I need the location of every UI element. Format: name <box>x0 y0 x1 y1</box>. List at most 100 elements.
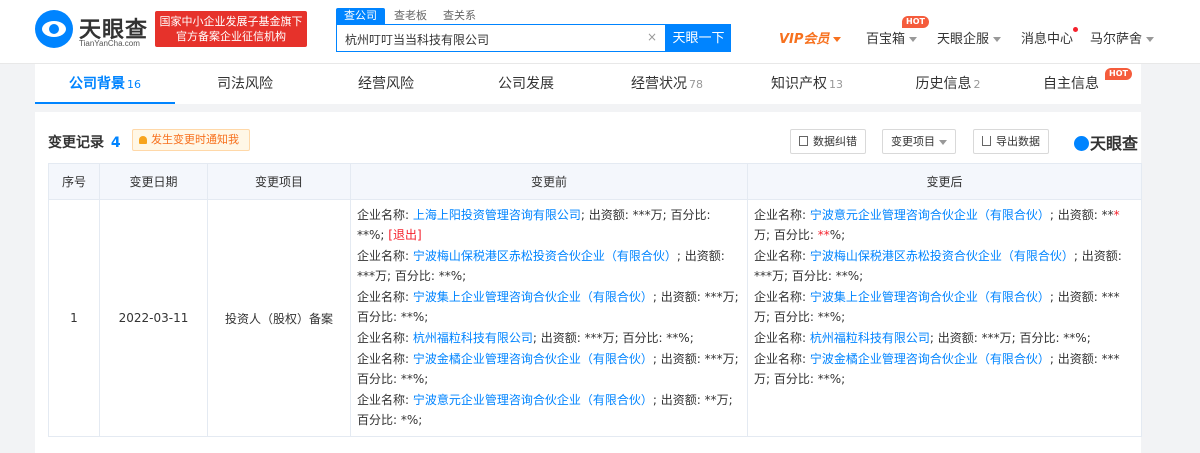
tab-count: 16 <box>127 78 141 91</box>
company-link[interactable]: 宁波梅山保税港区赤松投资合伙企业（有限合伙） <box>810 249 1074 263</box>
tab-judicial-risk[interactable]: 司法风险 <box>175 64 315 104</box>
caret-down-icon <box>1146 37 1155 42</box>
col-header-after: 变更后 <box>747 163 1142 200</box>
notify-label: 发生变更时通知我 <box>151 133 239 146</box>
company-link[interactable]: 上海上阳投资管理咨询有限公司 <box>413 208 581 222</box>
row-before: 企业名称: 上海上阳投资管理咨询有限公司 ; 出资额: ***万; 百分比: **… <box>350 199 748 437</box>
logo-subtitle: TianYanCha.com <box>79 39 140 48</box>
company-link[interactable]: 宁波梅山保税港区赤松投资合伙企业（有限合伙） <box>413 249 677 263</box>
nav-messages[interactable]: 消息中心 <box>1021 28 1073 47</box>
notify-on-change-button[interactable]: 发生变更时通知我 <box>132 129 250 151</box>
logo-eye-icon <box>35 10 73 48</box>
site-logo[interactable]: 天眼查 TianYanCha.com <box>35 10 150 50</box>
entry-detail: ; 出资额: ** <box>1049 208 1114 222</box>
unread-dot <box>1073 27 1078 32</box>
before-entry: 企业名称: 杭州福粒科技有限公司; 出资额: ***万; 百分比: **%; <box>357 328 741 348</box>
nav-user-menu[interactable]: 马尔萨舍 <box>1090 28 1155 47</box>
entry-prefix: 企业名称: <box>357 352 413 366</box>
table-row: 1 2022-03-11 投资人（股权）备案 企业名称: 上海上阳投资管理咨询有… <box>48 199 1142 437</box>
brand-watermark: 天眼查 <box>1074 130 1138 154</box>
change-record-table: 序号 变更日期 变更项目 变更前 变更后 1 2022-03-11 投资人（股权… <box>48 163 1142 437</box>
caret-down-icon <box>909 37 918 42</box>
company-link[interactable]: 宁波金橘企业管理咨询合伙企业（有限合伙） <box>810 352 1050 366</box>
entry-prefix: 企业名称: <box>754 331 810 345</box>
download-icon <box>982 136 991 146</box>
company-link[interactable]: 宁波集上企业管理咨询合伙企业（有限合伙） <box>413 290 653 304</box>
row-after: 企业名称: 宁波意元企业管理咨询合伙企业（有限合伙）; 出资额: ***万; 百… <box>747 199 1142 437</box>
official-badge[interactable]: 国家中小企业发展子基金旗下 官方备案企业征信机构 <box>155 11 307 47</box>
company-link[interactable]: 杭州福粒科技有限公司 <box>413 331 533 345</box>
before-entry: 企业名称: 上海上阳投资管理咨询有限公司; 出资额: ***万; 百分比: **… <box>357 205 741 245</box>
bell-icon <box>139 136 147 144</box>
tab-label: 公司背景 <box>69 76 125 92</box>
user-name: 马尔萨舍 <box>1090 32 1143 47</box>
data-correction-label: 数据纠错 <box>813 135 857 148</box>
company-link[interactable]: 宁波意元企业管理咨询合伙企业（有限合伙） <box>413 393 653 407</box>
changed-mark: ** <box>817 228 830 242</box>
before-entry: 企业名称: 宁波梅山保税港区赤松投资合伙企业（有限合伙）; 出资额: ***万;… <box>357 246 741 286</box>
search-input[interactable]: 杭州叮叮当当科技有限公司 × <box>336 24 666 52</box>
tab-label: 公司发展 <box>498 76 554 92</box>
tab-label: 司法风险 <box>217 76 273 92</box>
hot-badge: HOT <box>1105 68 1132 80</box>
tab-label: 经营状况 <box>631 76 687 92</box>
tab-count: 78 <box>689 78 703 91</box>
entry-detail: ; 出资额: ***万; 百分比: **%; <box>532 331 694 345</box>
entry-prefix: 企业名称: <box>357 331 413 345</box>
export-data-button[interactable]: 导出数据 <box>973 129 1049 154</box>
tab-label: 经营风险 <box>358 76 414 92</box>
tab-operating-risk[interactable]: 经营风险 <box>316 64 456 104</box>
nav-messages-label: 消息中心 <box>1021 32 1074 47</box>
tab-label: 知识产权 <box>771 76 827 92</box>
nav-enterprise-service[interactable]: 天眼企服 <box>937 28 1002 47</box>
entry-prefix: 企业名称: <box>754 352 810 366</box>
section-count: 4 <box>110 135 121 151</box>
tab-label: 历史信息 <box>915 76 972 92</box>
change-record-section: 变更记录 4 发生变更时通知我 数据纠错 变更项目 导出数据 天眼查 序号 变更… <box>35 112 1142 453</box>
changed-mark: * <box>1113 208 1120 222</box>
nav-baibaoxiang[interactable]: 百宝箱 <box>866 28 918 47</box>
tab-company-background[interactable]: 公司背景 16 <box>35 64 175 104</box>
tab-count: 13 <box>829 78 843 91</box>
entry-prefix: 企业名称: <box>357 290 413 304</box>
search-tab-company[interactable]: 查公司 <box>336 8 385 24</box>
data-correction-button[interactable]: 数据纠错 <box>790 129 866 154</box>
row-item: 投资人（股权）备案 <box>207 199 351 437</box>
logo-eye-icon <box>1074 136 1089 151</box>
after-entry: 企业名称: 杭州福粒科技有限公司; 出资额: ***万; 百分比: **%; <box>754 328 1135 348</box>
tab-intellectual-property[interactable]: 知识产权 13 <box>737 64 877 104</box>
company-link[interactable]: 宁波集上企业管理咨询合伙企业（有限合伙） <box>810 290 1050 304</box>
badge-line-2: 官方备案企业征信机构 <box>176 30 286 43</box>
entry-prefix: 企业名称: <box>357 249 413 263</box>
change-item-label: 变更项目 <box>891 135 935 148</box>
after-entry: 企业名称: 宁波金橘企业管理咨询合伙企业（有限合伙）; 出资额: ***万; 百… <box>754 349 1135 389</box>
search-tab-relation[interactable]: 查关系 <box>443 8 476 24</box>
before-entry: 企业名称: 宁波意元企业管理咨询合伙企业（有限合伙）; 出资额: **万; 百分… <box>357 390 741 430</box>
module-tabs: 公司背景 16 司法风险 经营风险 公司发展 经营状况 78 知识产权 13 历史信息… <box>35 64 1141 104</box>
tab-label: 自主信息 <box>1043 76 1099 92</box>
company-link[interactable]: 宁波意元企业管理咨询合伙企业（有限合伙） <box>810 208 1050 222</box>
tab-count: 2 <box>973 78 981 91</box>
company-link[interactable]: 杭州福粒科技有限公司 <box>810 331 930 345</box>
before-entry: 企业名称: 宁波集上企业管理咨询合伙企业（有限合伙）; 出资额: ***万; 百… <box>357 287 741 327</box>
caret-down-icon <box>993 37 1002 42</box>
tab-history[interactable]: 历史信息 2 <box>878 64 1018 104</box>
section-title: 变更记录 4 <box>48 132 121 152</box>
entry-prefix: 企业名称: <box>357 208 413 222</box>
row-date: 2022-03-11 <box>99 199 208 437</box>
caret-down-icon <box>939 139 947 145</box>
search-tab-boss[interactable]: 查老板 <box>394 8 427 24</box>
search-button[interactable]: 天眼一下 <box>666 24 731 52</box>
tab-operating-status[interactable]: 经营状况 78 <box>597 64 737 104</box>
section-title-text: 变更记录 <box>48 135 104 151</box>
change-item-dropdown[interactable]: 变更项目 <box>882 129 956 154</box>
entry-detail: %; <box>829 228 846 242</box>
col-header-date: 变更日期 <box>99 163 208 200</box>
company-link[interactable]: 宁波金橘企业管理咨询合伙企业（有限合伙） <box>413 352 653 366</box>
document-icon <box>799 136 808 146</box>
nav-vip[interactable]: VIP会员 <box>779 28 842 47</box>
caret-down-icon <box>833 37 842 42</box>
tab-company-development[interactable]: 公司发展 <box>456 64 596 104</box>
nav-baibaoxiang-label: 百宝箱 <box>866 32 906 47</box>
clear-icon[interactable]: × <box>647 30 657 44</box>
